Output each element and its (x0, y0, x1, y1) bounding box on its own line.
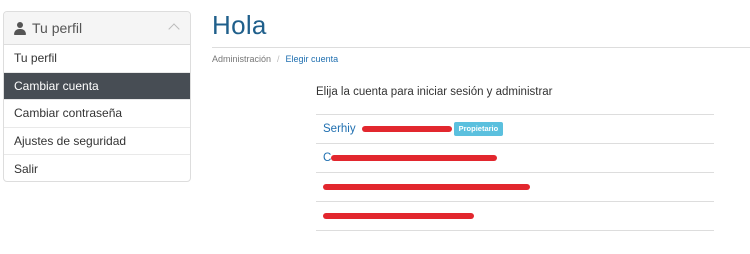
sidebar-item-label: Tu perfil (14, 51, 57, 66)
account-name[interactable]: C (323, 152, 331, 164)
redacted-text (361, 126, 452, 132)
breadcrumb-item-administracion[interactable]: Administración (212, 54, 271, 64)
account-row[interactable]: Serhiy Propietario (316, 115, 714, 144)
chevron-up-icon[interactable] (168, 23, 180, 35)
sidebar-item-ajustes-seguridad[interactable]: Ajustes de seguridad (4, 128, 190, 156)
account-row[interactable]: C (316, 144, 714, 173)
page-title: Hola (212, 10, 267, 40)
title-divider (212, 47, 750, 48)
redacted-text (323, 184, 530, 190)
redacted-text (323, 213, 474, 219)
breadcrumb: Administración / Elegir cuenta (212, 54, 338, 64)
sidebar-title: Tu perfil (32, 20, 83, 36)
sidebar-item-label: Ajustes de seguridad (14, 134, 127, 149)
account-name[interactable]: Serhiy (323, 123, 356, 135)
redacted-text (331, 155, 498, 161)
sidebar-item-cambiar-contrasena[interactable]: Cambiar contraseña (4, 100, 190, 128)
account-list: Serhiy Propietario C (316, 114, 714, 231)
profile-sidebar: Tu perfil Tu perfil Cambiar cuenta Cambi… (3, 11, 191, 182)
breadcrumb-separator: / (277, 54, 280, 64)
sidebar-item-label: Salir (14, 162, 39, 177)
sidebar-item-label: Cambiar cuenta (14, 78, 99, 93)
sidebar-item-tu-perfil[interactable]: Tu perfil (4, 45, 190, 73)
sidebar-item-label: Cambiar contraseña (14, 106, 123, 121)
sidebar-item-cambiar-cuenta[interactable]: Cambiar cuenta (4, 72, 190, 101)
breadcrumb-item-elegir-cuenta: Elegir cuenta (285, 54, 339, 64)
account-row[interactable] (316, 202, 714, 231)
choose-account-prompt: Elija la cuenta para iniciar sesión y ad… (316, 86, 553, 98)
account-row[interactable] (316, 173, 714, 202)
sidebar-header[interactable]: Tu perfil (4, 12, 190, 45)
owner-badge: Propietario (453, 122, 504, 136)
sidebar-item-salir[interactable]: Salir (4, 155, 190, 181)
user-icon (14, 21, 26, 35)
